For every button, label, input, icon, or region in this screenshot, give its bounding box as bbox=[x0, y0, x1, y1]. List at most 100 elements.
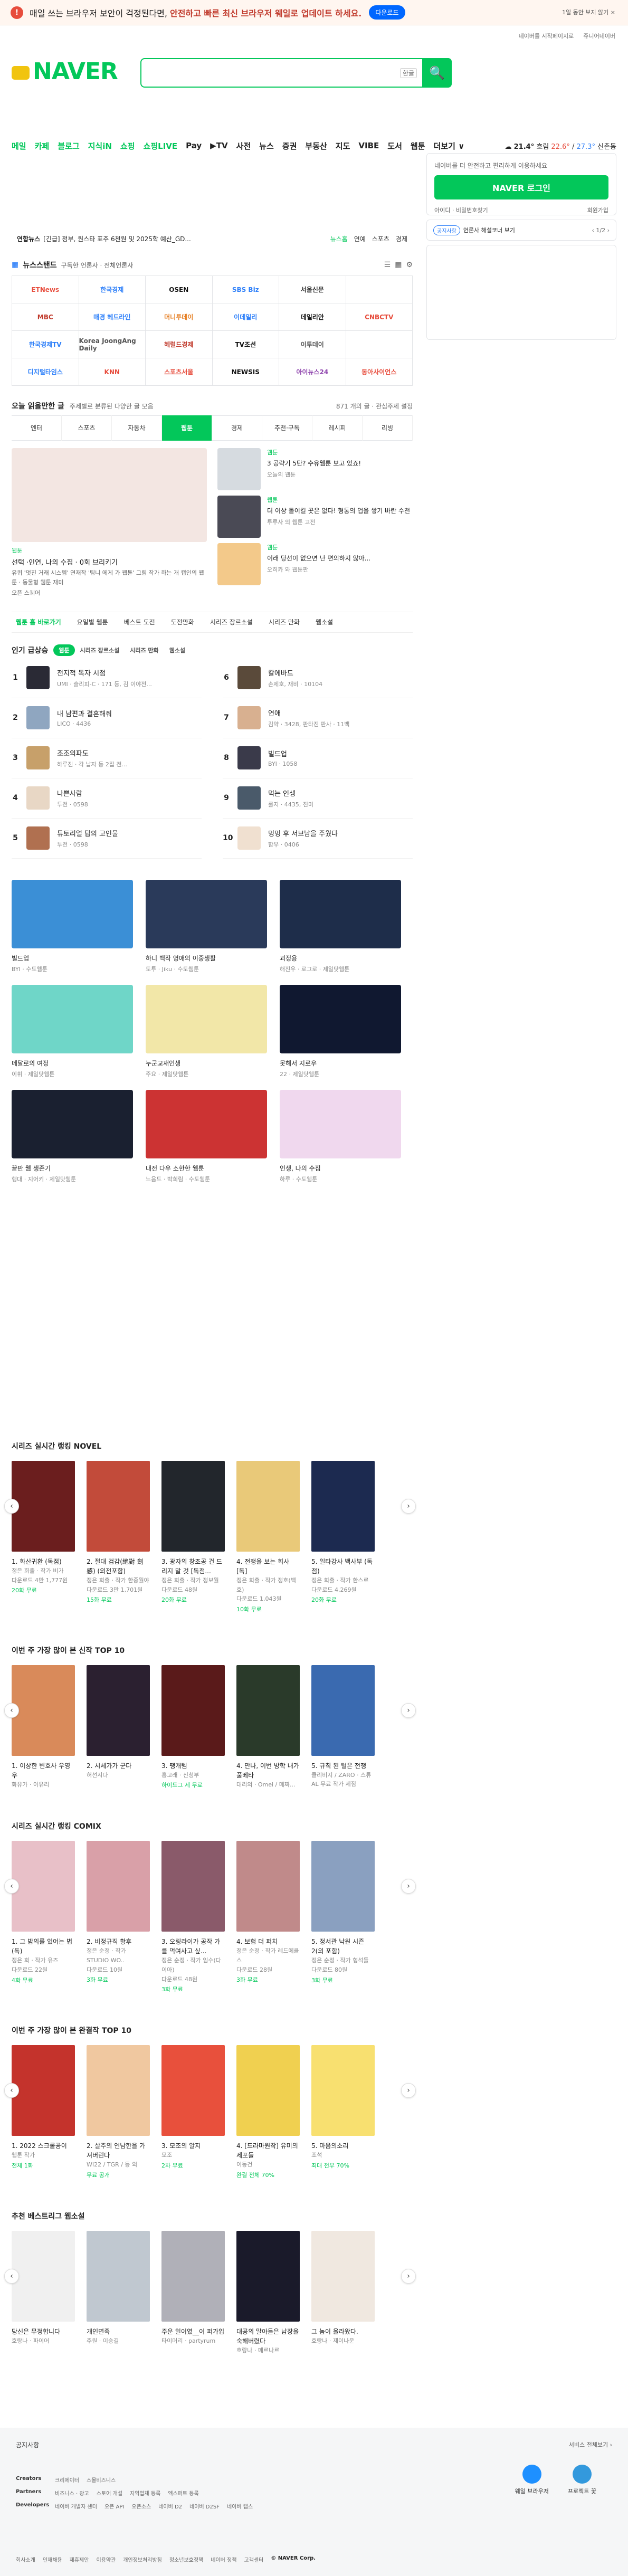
webtoon-card[interactable]: 누군교재인생 주요 · 제일닷웹툰 bbox=[146, 984, 267, 1078]
press-logo[interactable]: KNN bbox=[79, 358, 146, 386]
grid-view-icon[interactable]: ▦ bbox=[395, 261, 402, 269]
book-title[interactable]: 5. 마음의소리 bbox=[311, 2141, 375, 2151]
book-title[interactable]: 1. 2022 스크롤공이 bbox=[12, 2141, 75, 2151]
keyboard-icon[interactable]: 한글 bbox=[399, 68, 417, 78]
notice-text[interactable]: 언론사 해설코너 보기 bbox=[463, 226, 515, 234]
ranking-row[interactable]: 8 빌드업 BYI · 1058 bbox=[223, 738, 413, 778]
prev-arrow-icon[interactable]: ‹ bbox=[4, 2083, 19, 2098]
category-tab[interactable]: 레시피 bbox=[312, 415, 363, 441]
featured-item-title[interactable]: 더 이상 돌이킬 곳은 없다! 형통의 업을 쌓기 바란 수천 bbox=[267, 506, 410, 516]
category-tab[interactable]: 경제 bbox=[212, 415, 262, 441]
book-item[interactable]: 1. 2022 스크롤공이 웹툰 작가 전체 1화 bbox=[12, 2045, 75, 2179]
category-tab[interactable]: 엔터 bbox=[12, 415, 62, 441]
press-logo[interactable]: NEWSIS bbox=[212, 358, 279, 386]
featured-item-title[interactable]: 이래 당선이 없으면 난 편의하지 않아... bbox=[267, 554, 370, 563]
notice-badge[interactable]: 공지사항 bbox=[433, 225, 460, 235]
book-cover[interactable] bbox=[311, 1461, 375, 1552]
webtoon-card[interactable]: 못해서 지로우 22 · 제일닷웹툰 bbox=[280, 984, 401, 1078]
nav-item[interactable]: 지식iN bbox=[88, 140, 112, 151]
book-item[interactable]: 5. 일타강사 백사부 (독점) 정은 회출 · 작가 한스로 다운로드 4,269… bbox=[311, 1461, 375, 1613]
download-button[interactable]: 다운로드 bbox=[369, 5, 405, 20]
next-arrow-icon[interactable]: › bbox=[401, 2268, 416, 2284]
press-logo[interactable]: OSEN bbox=[146, 276, 213, 303]
book-item[interactable]: 3. 모조의 알지 모조 2차 무료 bbox=[161, 2045, 225, 2179]
book-cover[interactable] bbox=[161, 2230, 225, 2322]
press-logo[interactable]: 아이뉴스24 bbox=[279, 358, 346, 386]
featured-item[interactable]: 웹툰 3 공략기 5탄? 수유웹툰 보고 있죠! 오늘의 웹툰 bbox=[217, 448, 413, 490]
press-logo[interactable] bbox=[346, 276, 413, 303]
book-item[interactable]: 1. 그 밤의를 있어는 법 (독) 정은 회 · 작가 유즈 다운로드 22원 4화… bbox=[12, 1841, 75, 1993]
book-cover[interactable] bbox=[161, 1461, 225, 1552]
nav-item[interactable]: 더보기 ∨ bbox=[434, 140, 465, 151]
press-logo[interactable] bbox=[346, 331, 413, 358]
nav-item[interactable]: ▶TV bbox=[210, 141, 227, 150]
book-title[interactable]: 3. 팽개템 bbox=[161, 1761, 225, 1771]
footer-bottom-link[interactable]: 이용약관 bbox=[96, 2555, 116, 2563]
footer-link[interactable]: 크리에이터 bbox=[55, 2476, 79, 2484]
book-item[interactable]: 3. 광자의 창조공 건 드리지 말 것 [독점... 정은 회출 · 작가 정보… bbox=[161, 1461, 225, 1613]
nav-item[interactable]: 웹툰 bbox=[411, 140, 425, 151]
footer-bottom-link[interactable]: 청소년보호정책 bbox=[169, 2555, 203, 2563]
book-item[interactable]: 4. 만나, 이번 방학 내가 풀베타 대리의 · Omei / 메짜... bbox=[236, 1665, 300, 1790]
book-item[interactable]: 1. 화산귀환 (독점) 정은 회출 · 작가 비가 다운로드 4만 1,777원 2… bbox=[12, 1461, 75, 1613]
footer-app[interactable]: 프로젝트 꽃 bbox=[568, 2465, 596, 2495]
book-item[interactable]: 4. 전쟁을 보는 회사 [독] 정은 회출 · 작가 정호(백호) 다운로드 1,… bbox=[236, 1461, 300, 1613]
footer-bottom-link[interactable]: 네이버 정책 bbox=[211, 2555, 236, 2563]
prev-arrow-icon[interactable]: ‹ bbox=[4, 1703, 19, 1718]
webtoon-card-image[interactable] bbox=[12, 879, 133, 948]
webtoon-card[interactable]: 인생, 나의 수집 하루 · 수도웹툰 bbox=[280, 1089, 401, 1183]
rank-title[interactable]: 전지적 독자 시점 bbox=[57, 668, 152, 678]
rank-thumb[interactable] bbox=[237, 826, 261, 850]
book-cover[interactable] bbox=[236, 1461, 300, 1552]
book-item[interactable]: 5. 마음의소리 조석 최대 전부 70% bbox=[311, 2045, 375, 2179]
book-cover[interactable] bbox=[12, 1841, 75, 1932]
ticker-headline[interactable]: [긴급] 정부, 퀀스타 표주 6천원 및 2025학 예산_GD... bbox=[43, 234, 191, 243]
popular-pill[interactable]: 시리즈 만화 bbox=[125, 644, 164, 656]
category-tab[interactable]: 스포츠 bbox=[62, 415, 112, 441]
featured-image[interactable] bbox=[12, 448, 207, 542]
recommend-title[interactable]: 추천 베스트리그 웹소설 bbox=[12, 2211, 413, 2221]
webtoon-card-image[interactable] bbox=[12, 1089, 133, 1158]
book-title[interactable]: 4. 보험 더 퍼치 bbox=[236, 1937, 300, 1946]
next-arrow-icon[interactable]: › bbox=[401, 1499, 416, 1514]
book-title[interactable]: 4. [드라마원작] 유미의 세포들 bbox=[236, 2141, 300, 2160]
press-logo[interactable]: 이데일리 bbox=[212, 303, 279, 331]
nav-item[interactable]: 지도 bbox=[336, 140, 350, 151]
newsstand-sub[interactable]: 구독한 언론사 · 전체언론사 bbox=[61, 261, 134, 270]
login-button[interactable]: NAVER 로그인 bbox=[434, 175, 608, 199]
category-tab[interactable]: 웹툰 bbox=[162, 415, 212, 441]
footer-link[interactable]: 네이버 D2 bbox=[158, 2502, 182, 2510]
all-services-link[interactable]: 서비스 전체보기 › bbox=[569, 2440, 612, 2449]
ranking-row[interactable]: 1 전지적 독자 시점 UMI · 슬리피-C · 171 등, 김 이야전... bbox=[12, 658, 202, 698]
junior-naver-link[interactable]: 쥬니어네이버 bbox=[583, 32, 615, 40]
right-ad[interactable] bbox=[426, 245, 616, 340]
book-item[interactable]: 대공의 말아들은 남장을 숙해버렸다 호랑나 · 메르나르 bbox=[236, 2230, 300, 2355]
book-item[interactable]: 그 놈이 올라왔다. 호랑나 · 제이나운 bbox=[311, 2230, 375, 2355]
category-tab[interactable]: 자동차 bbox=[112, 415, 162, 441]
ticker-link[interactable]: 연예 bbox=[354, 234, 366, 243]
rank-title[interactable]: 칼에바드 bbox=[268, 668, 322, 678]
webtoon-card-image[interactable] bbox=[280, 1089, 401, 1158]
rank-thumb[interactable] bbox=[237, 706, 261, 730]
book-cover[interactable] bbox=[12, 1461, 75, 1552]
book-cover[interactable] bbox=[12, 2230, 75, 2322]
press-logo[interactable]: 한국경제TV bbox=[12, 331, 79, 358]
rank-title[interactable]: 튜토리얼 탑의 고인물 bbox=[57, 828, 118, 838]
ranking-row[interactable]: 10 멍멍 후 서브남을 주웠다 함우 · 0406 bbox=[223, 819, 413, 859]
featured-thumb[interactable] bbox=[217, 543, 261, 585]
book-cover[interactable] bbox=[311, 1841, 375, 1932]
footer-bottom-link[interactable]: 개인정보처리방침 bbox=[123, 2555, 162, 2563]
search-button[interactable]: 🔍 bbox=[422, 58, 452, 88]
signup-link[interactable]: 회원가입 bbox=[587, 206, 608, 214]
press-logo[interactable]: Korea JoongAng Daily bbox=[79, 331, 146, 358]
featured-thumb[interactable] bbox=[217, 448, 261, 490]
featured-item-title[interactable]: 3 공략기 5탄? 수유웹툰 보고 있죠! bbox=[267, 459, 361, 468]
book-title[interactable]: 대공의 말아들은 남장을 숙해버렸다 bbox=[236, 2327, 300, 2346]
book-title[interactable]: 5. 일타강사 백사부 (독점) bbox=[311, 1557, 375, 1576]
webtoon-card[interactable]: 내전 다우 소한한 웹툰 느음드 · 박희림 · 수도웹툰 bbox=[146, 1089, 267, 1183]
webtoon-subtab[interactable]: 요일별 웹툰 bbox=[77, 617, 108, 626]
book-cover[interactable] bbox=[87, 2230, 150, 2322]
book-title[interactable]: 당신은 무정합니다 bbox=[12, 2327, 75, 2336]
press-logo[interactable]: 디지털타임스 bbox=[12, 358, 79, 386]
book-title[interactable]: 1. 화산귀환 (독점) bbox=[12, 1557, 75, 1566]
